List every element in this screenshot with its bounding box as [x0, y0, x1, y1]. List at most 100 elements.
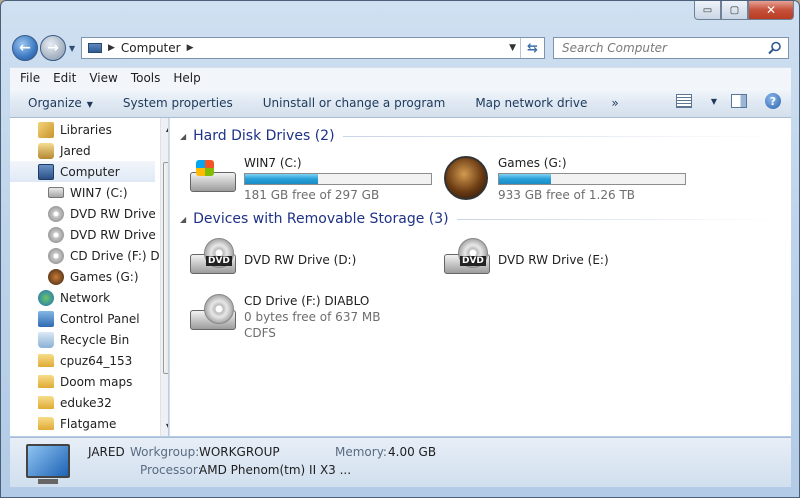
nav-item-cd-f[interactable]: CD Drive (F:) DI — [48, 245, 163, 266]
nav-label: Doom maps — [60, 374, 133, 389]
hard-drive-icon — [48, 187, 64, 198]
nav-item-flatgame[interactable]: Flatgame — [38, 413, 116, 434]
forward-button[interactable]: → — [40, 35, 66, 61]
windows-logo-icon — [196, 160, 214, 176]
hard-drive-icon — [190, 156, 238, 200]
organize-button[interactable]: Organize ▼ — [28, 96, 93, 110]
recent-pages-dropdown[interactable]: ▼ — [69, 44, 75, 53]
scroll-down-icon[interactable]: ▼ — [161, 418, 168, 434]
nav-item-cpuz[interactable]: cpuz64_153 — [38, 350, 132, 371]
folder-icon — [38, 417, 54, 430]
search-input[interactable]: Search Computer — [562, 41, 667, 55]
nav-scrollbar[interactable]: ▲ ▼ — [160, 118, 168, 436]
nav-item-control-panel[interactable]: Control Panel — [38, 308, 140, 329]
collapse-group-icon[interactable]: ◢ — [180, 132, 186, 141]
collapse-group-icon[interactable]: ◢ — [180, 215, 186, 224]
close-button[interactable]: ✕ — [748, 1, 794, 20]
refresh-button[interactable]: ⇆ — [520, 38, 544, 58]
content-pane: ◢ Hard Disk Drives (2) WIN7 (C:) 181 GB … — [169, 118, 791, 436]
network-icon — [38, 289, 54, 306]
drive-name: Games (G:) — [498, 156, 567, 170]
nav-label: Jared — [60, 143, 91, 158]
nav-item-games[interactable]: Games (G:) — [48, 266, 139, 287]
nav-item-jared[interactable]: Jared — [38, 140, 91, 161]
group-removable-storage[interactable]: ◢ Devices with Removable Storage (3) — [180, 211, 780, 227]
nav-label: cpuz64_153 — [60, 353, 133, 368]
nav-item-win7[interactable]: WIN7 (C:) — [48, 182, 128, 203]
computer-icon — [38, 163, 54, 180]
nav-label: Control Panel — [60, 311, 140, 326]
address-history-dropdown[interactable]: ▼ — [509, 43, 516, 53]
view-options-dropdown[interactable]: ▼ — [711, 97, 717, 106]
drive-dvd-d[interactable]: DVD DVD RW Drive (D:) — [190, 238, 356, 282]
dvd-drive-icon: DVD — [190, 238, 238, 282]
group-divider — [342, 135, 780, 137]
breadcrumb-computer[interactable]: Computer — [121, 41, 181, 55]
group-title: Hard Disk Drives (2) — [193, 128, 335, 144]
group-divider — [456, 218, 780, 220]
drive-free-space: 181 GB free of 297 GB — [244, 188, 380, 202]
group-hard-disk-drives[interactable]: ◢ Hard Disk Drives (2) — [180, 128, 780, 144]
menu-tools[interactable]: Tools — [131, 71, 161, 85]
drive-win7[interactable]: WIN7 (C:) 181 GB free of 297 GB — [190, 156, 432, 202]
search-box[interactable]: Search Computer — [553, 37, 789, 59]
nav-label: WIN7 (C:) — [70, 185, 128, 200]
computer-icon — [88, 43, 102, 53]
map-network-drive-button[interactable]: Map network drive — [475, 96, 587, 110]
more-commands-button[interactable]: » — [611, 96, 618, 110]
minimize-button[interactable]: ▭ — [694, 1, 721, 20]
preview-pane-icon[interactable] — [731, 94, 747, 108]
drive-games[interactable]: Games (G:) 933 GB free of 1.26 TB — [444, 156, 686, 202]
breadcrumb-separator-icon[interactable]: ▶ — [108, 43, 115, 53]
nav-label: Games (G:) — [70, 269, 139, 284]
search-icon[interactable] — [768, 41, 782, 55]
nav-label: eduke32 — [60, 395, 112, 410]
maximize-button[interactable]: ▢ — [721, 1, 748, 20]
folder-icon — [38, 375, 54, 388]
recycle-bin-icon — [38, 331, 54, 348]
dvd-drive-icon — [48, 226, 64, 243]
nav-item-dvd-d[interactable]: DVD RW Drive ( — [48, 203, 164, 224]
menu-file[interactable]: File — [20, 71, 40, 85]
menu-help[interactable]: Help — [173, 71, 200, 85]
breadcrumb-separator-icon[interactable]: ▶ — [187, 43, 194, 53]
nav-item-dvd-e[interactable]: DVD RW Drive ( — [48, 224, 164, 245]
nav-item-recycle-bin[interactable]: Recycle Bin — [38, 329, 129, 350]
dvd-badge: DVD — [460, 256, 486, 266]
system-properties-button[interactable]: System properties — [123, 96, 233, 110]
user-folder-icon — [38, 142, 54, 159]
drive-filesystem: CDFS — [244, 326, 276, 340]
drive-free-space: 933 GB free of 1.26 TB — [498, 188, 636, 202]
arrow-left-icon: ← — [19, 40, 31, 56]
uninstall-program-button[interactable]: Uninstall or change a program — [263, 96, 446, 110]
organize-label: Organize — [28, 95, 82, 110]
dvd-drive-icon — [48, 205, 64, 222]
drive-name: DVD RW Drive (E:) — [498, 253, 609, 267]
menu-view[interactable]: View — [89, 71, 117, 85]
libraries-icon — [38, 121, 54, 138]
nav-item-libraries[interactable]: Libraries — [38, 119, 112, 140]
nav-item-network[interactable]: Network — [38, 287, 110, 308]
nav-item-computer[interactable]: Computer — [10, 161, 155, 182]
drive-dvd-e[interactable]: DVD DVD RW Drive (E:) — [444, 238, 609, 282]
menu-edit[interactable]: Edit — [53, 71, 76, 85]
back-button[interactable]: ← — [12, 35, 38, 61]
drive-name: DVD RW Drive (D:) — [244, 253, 357, 267]
navigation-pane: Libraries Jared Computer WIN7 (C:) DVD R… — [10, 118, 168, 436]
help-button[interactable]: ? — [765, 93, 781, 109]
drive-cd-f[interactable]: CD Drive (F:) DIABLO 0 bytes free of 637… — [190, 294, 380, 340]
arrow-right-icon: → — [47, 40, 59, 56]
address-bar[interactable]: ▶ Computer ▶ ▼ ⇆ — [81, 37, 545, 59]
scroll-up-icon[interactable]: ▲ — [161, 120, 168, 136]
dvd-drive-icon: DVD — [444, 238, 492, 282]
change-view-icon[interactable] — [675, 94, 692, 108]
drive-name: WIN7 (C:) — [244, 156, 302, 170]
nav-item-eduke32[interactable]: eduke32 — [38, 392, 112, 413]
games-drive-icon — [48, 268, 64, 285]
folder-icon — [38, 396, 54, 409]
chevron-down-icon: ▼ — [86, 99, 93, 109]
workgroup-label: Workgroup: — [130, 445, 200, 459]
memory-value: 4.00 GB — [388, 445, 437, 459]
scroll-thumb[interactable] — [163, 162, 168, 374]
nav-item-doom-maps[interactable]: Doom maps — [38, 371, 132, 392]
